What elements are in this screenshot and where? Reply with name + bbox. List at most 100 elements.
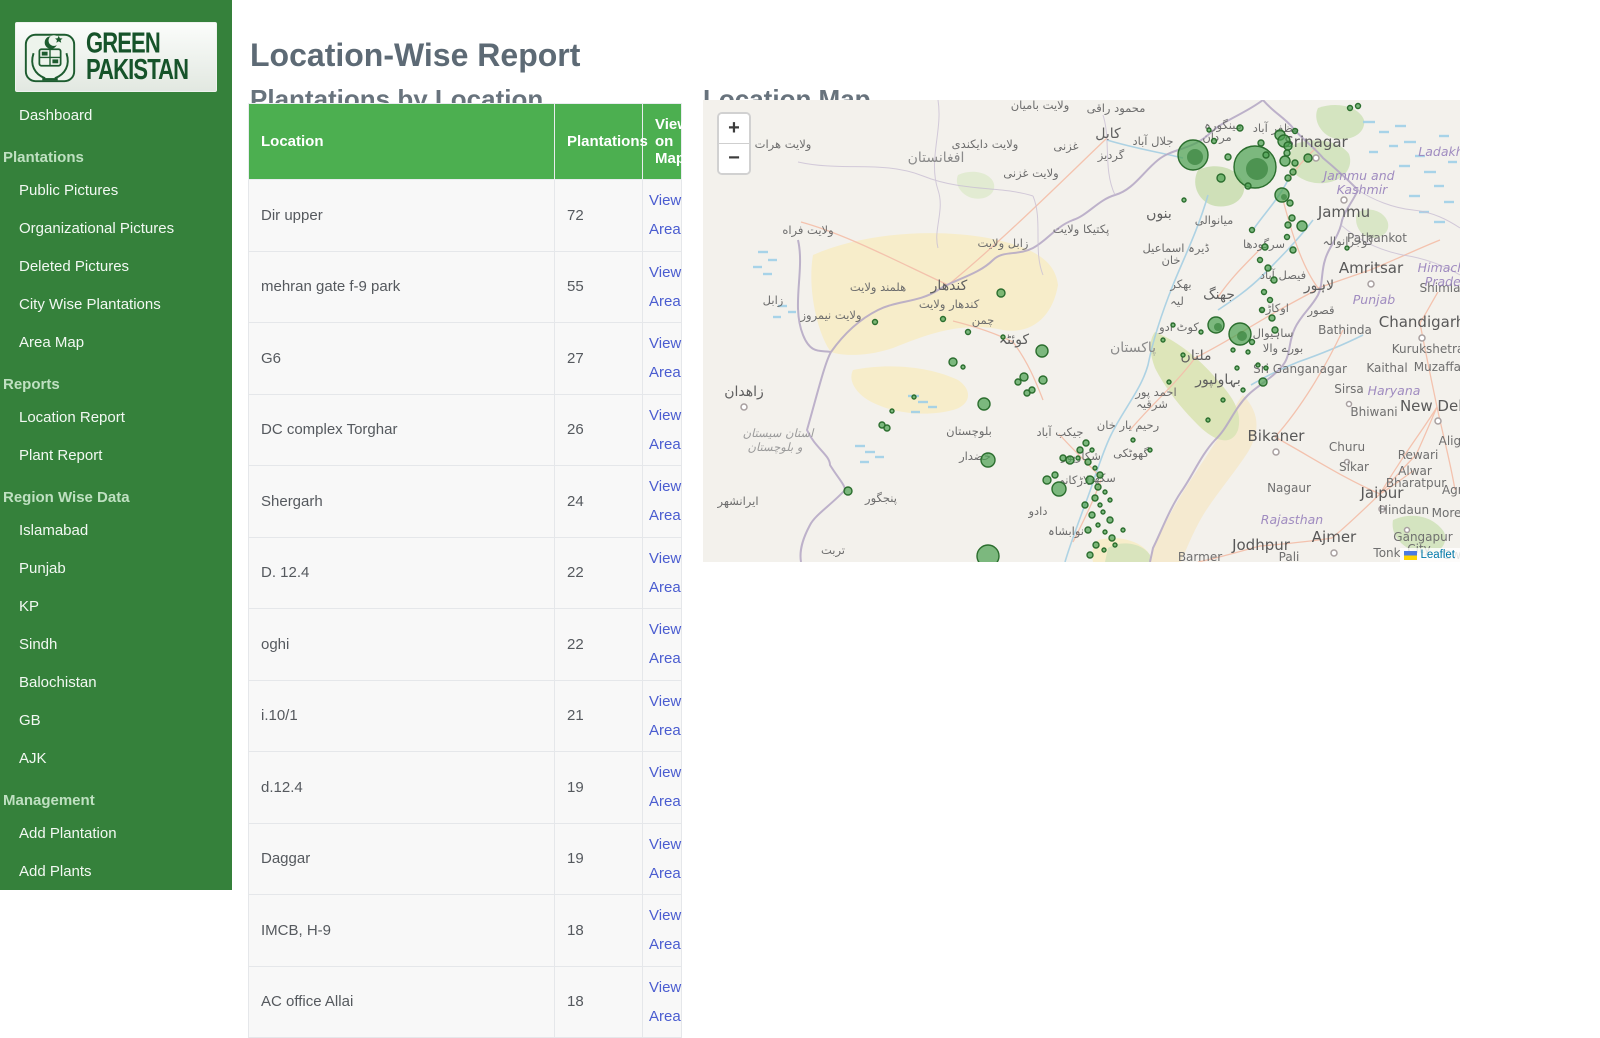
- plantation-marker[interactable]: [1270, 276, 1278, 284]
- plantation-marker[interactable]: [1354, 102, 1362, 110]
- plantation-marker[interactable]: [889, 408, 895, 414]
- plantation-marker[interactable]: [1283, 149, 1291, 157]
- sidebar-item[interactable]: Sindh: [0, 626, 232, 664]
- plantation-marker[interactable]: [1102, 529, 1108, 535]
- plantation-marker[interactable]: [1344, 245, 1350, 251]
- plantation-marker[interactable]: [1120, 527, 1126, 533]
- plantation-marker[interactable]: [1245, 349, 1251, 355]
- leaflet-attribution-link[interactable]: Leaflet: [1420, 549, 1455, 561]
- plantation-marker[interactable]: [1092, 465, 1098, 471]
- plantation-marker[interactable]: [1023, 389, 1031, 397]
- plantation-marker[interactable]: [1019, 372, 1029, 382]
- plantation-marker[interactable]: [1255, 362, 1261, 368]
- plantation-marker[interactable]: [1084, 526, 1092, 534]
- plantation-marker[interactable]: [1220, 397, 1226, 403]
- plantation-marker[interactable]: [1147, 447, 1153, 453]
- plantation-marker[interactable]: [948, 357, 958, 367]
- plantation-marker[interactable]: [1112, 542, 1118, 548]
- sidebar-item[interactable]: Islamabad: [0, 512, 232, 550]
- plantation-marker[interactable]: [1075, 455, 1081, 461]
- plantation-marker[interactable]: [1076, 446, 1084, 454]
- plantation-marker[interactable]: [1014, 378, 1022, 386]
- view-area-link[interactable]: View Area: [649, 615, 681, 674]
- plantation-marker[interactable]: [1296, 220, 1308, 232]
- plantation-marker[interactable]: [939, 315, 947, 323]
- sidebar-item[interactable]: Balochistan: [0, 664, 232, 702]
- plantation-marker[interactable]: [1089, 447, 1095, 453]
- plantation-marker[interactable]: [964, 328, 972, 336]
- plantation-marker[interactable]: [1082, 439, 1090, 447]
- sidebar-item[interactable]: Location Report: [0, 399, 232, 437]
- sidebar-item[interactable]: GB: [0, 702, 232, 740]
- plantation-marker[interactable]: [996, 288, 1006, 298]
- plantation-marker[interactable]: [1092, 541, 1100, 549]
- plantation-marker[interactable]: [1101, 547, 1107, 553]
- plantation-marker[interactable]: [1266, 296, 1274, 304]
- plantation-marker[interactable]: [1100, 509, 1106, 515]
- plantation-marker[interactable]: [1258, 306, 1266, 314]
- plantation-marker[interactable]: [1240, 387, 1246, 393]
- plantation-marker[interactable]: [1198, 329, 1204, 335]
- plantation-marker[interactable]: [1210, 137, 1218, 145]
- plantation-marker[interactable]: [980, 452, 996, 468]
- sidebar-item[interactable]: City Wise Plantations: [0, 286, 232, 324]
- plantation-marker[interactable]: [1180, 352, 1186, 358]
- plantation-marker[interactable]: [1248, 226, 1256, 234]
- view-area-link[interactable]: View Area: [649, 830, 681, 889]
- plantation-marker[interactable]: [1130, 437, 1136, 443]
- plantation-marker[interactable]: [1206, 127, 1212, 133]
- plantation-marker[interactable]: [1094, 483, 1102, 491]
- sidebar-item[interactable]: Public Pictures: [0, 172, 232, 210]
- plantation-marker[interactable]: [1244, 182, 1252, 190]
- plantation-marker[interactable]: [1097, 502, 1103, 508]
- plantation-marker[interactable]: [1088, 511, 1096, 519]
- sidebar-item[interactable]: Organizational Pictures: [0, 210, 232, 248]
- plantation-marker[interactable]: [1224, 153, 1232, 161]
- plantation-marker[interactable]: [1271, 326, 1279, 334]
- plantation-marker[interactable]: [1085, 475, 1095, 485]
- plantation-marker[interactable]: [1181, 197, 1187, 203]
- plantation-marker[interactable]: [1042, 475, 1052, 485]
- plantation-marker[interactable]: [1065, 455, 1075, 465]
- sidebar-item[interactable]: AJK: [0, 740, 232, 778]
- view-area-link[interactable]: View Area: [649, 758, 681, 817]
- plantation-marker[interactable]: [1288, 214, 1296, 222]
- plantation-marker[interactable]: [1106, 516, 1114, 524]
- plantation-marker[interactable]: [883, 424, 891, 432]
- plantation-marker[interactable]: [1160, 337, 1166, 343]
- brand-logo[interactable]: GREEN PAKISTAN: [15, 22, 217, 92]
- plantation-marker[interactable]: [1096, 471, 1104, 479]
- sidebar-item[interactable]: Area Map: [0, 324, 232, 362]
- plantation-marker[interactable]: [1086, 551, 1094, 559]
- plantation-marker[interactable]: [1091, 494, 1099, 502]
- zoom-out-button[interactable]: −: [719, 144, 749, 173]
- plantation-marker[interactable]: [1289, 168, 1297, 176]
- plantation-marker[interactable]: [1279, 155, 1291, 167]
- plantation-marker[interactable]: [1059, 454, 1067, 462]
- plantation-marker[interactable]: [1262, 151, 1270, 159]
- plantation-marker[interactable]: [1257, 139, 1265, 147]
- plantation-marker[interactable]: [1051, 471, 1059, 479]
- plantation-marker[interactable]: [1051, 481, 1067, 497]
- zoom-in-button[interactable]: +: [719, 114, 749, 144]
- sidebar-item[interactable]: Dashboard: [0, 97, 232, 135]
- plantation-marker[interactable]: [1166, 379, 1172, 385]
- plantation-marker[interactable]: [1291, 127, 1299, 135]
- plantation-marker[interactable]: [911, 394, 917, 400]
- plantation-marker[interactable]: [1260, 288, 1268, 296]
- plantation-marker[interactable]: [960, 364, 966, 370]
- plantation-marker[interactable]: [1303, 153, 1313, 163]
- plantation-marker[interactable]: [1263, 365, 1269, 371]
- plantation-marker[interactable]: [1283, 233, 1291, 241]
- view-area-link[interactable]: View Area: [649, 186, 681, 245]
- sidebar-item[interactable]: Add Plantation: [0, 815, 232, 853]
- location-map[interactable]: + − Leaflet افغانستان پاکستان Srinagar J…: [703, 100, 1460, 562]
- view-area-link[interactable]: View Area: [649, 973, 681, 1032]
- plantation-marker[interactable]: [1102, 489, 1108, 495]
- plantation-marker[interactable]: [1236, 124, 1244, 132]
- view-area-link[interactable]: View Area: [649, 329, 681, 388]
- plantation-marker[interactable]: [1108, 534, 1116, 542]
- plantation-marker[interactable]: [1346, 104, 1354, 112]
- plantation-marker[interactable]: [1289, 246, 1297, 254]
- plantation-marker[interactable]: [1216, 173, 1226, 183]
